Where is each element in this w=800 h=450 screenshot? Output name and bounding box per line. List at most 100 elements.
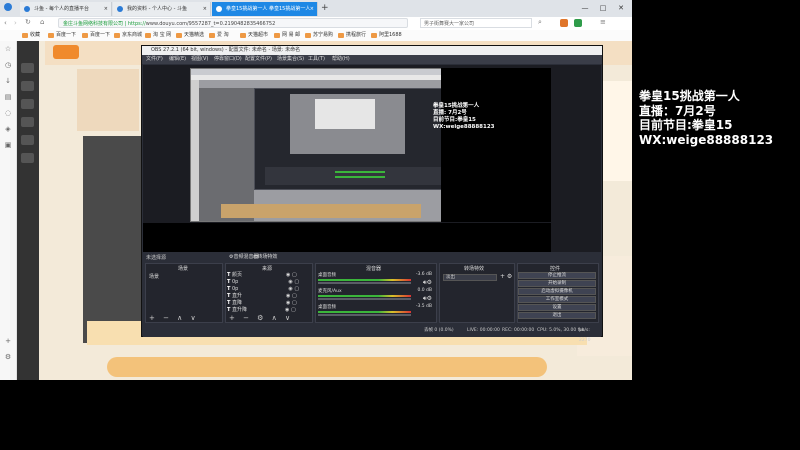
app-icon[interactable]: ▣ bbox=[3, 141, 13, 149]
chat-icon[interactable]: ◌ bbox=[3, 109, 13, 117]
volume-icon[interactable]: 🔊︎⚙ bbox=[423, 279, 432, 287]
menu-tools[interactable]: 工具(T) bbox=[308, 55, 325, 64]
scene-item[interactable]: 场景 bbox=[149, 273, 159, 280]
minimize-button[interactable]: — bbox=[578, 2, 592, 14]
bookmark-item[interactable]: 爱 淘 bbox=[209, 31, 229, 40]
tab-profile[interactable]: 我的资料 - 个人中心 - 斗鱼 × bbox=[113, 2, 211, 16]
home-icon[interactable]: ⌂ bbox=[40, 18, 44, 26]
bookmark-item[interactable]: 百度一下 bbox=[48, 31, 76, 40]
menu-scene-collection[interactable]: 场景集合(S) bbox=[277, 55, 304, 64]
mixer-header: 混音器 bbox=[366, 266, 382, 272]
close-icon[interactable]: × bbox=[203, 2, 207, 16]
close-icon[interactable]: × bbox=[104, 2, 108, 16]
menu-docks[interactable]: 停靠窗口(D) bbox=[214, 55, 242, 64]
exit-button[interactable]: 退出 bbox=[518, 312, 596, 319]
volume-icon[interactable]: 🔊︎⚙ bbox=[423, 295, 432, 303]
source-item[interactable]: T 颜页 ◉ ▢ bbox=[227, 272, 297, 279]
menu-file[interactable]: 文件(F) bbox=[146, 55, 163, 64]
source-label: 0p bbox=[232, 279, 239, 285]
bookmark-item[interactable]: 淘 宝 网 bbox=[145, 31, 171, 40]
transition-select[interactable]: 淡出 bbox=[443, 274, 497, 281]
source-item[interactable]: T 0p ◉ ▢ bbox=[227, 286, 299, 293]
nav-icon[interactable] bbox=[21, 63, 34, 73]
volume-slider[interactable] bbox=[318, 314, 411, 316]
bookmark-item[interactable]: 网 易 邮 bbox=[274, 31, 300, 40]
menu-profile[interactable]: 配置文件(P) bbox=[245, 55, 272, 64]
tab-label: 拳皇15挑战第一人 拳皇15挑战第一人 bbox=[226, 6, 311, 12]
refresh-icon[interactable]: ↻ bbox=[25, 18, 31, 26]
nav-icon[interactable] bbox=[21, 153, 34, 163]
note-icon[interactable]: ▤ bbox=[3, 93, 13, 101]
volume-slider[interactable] bbox=[318, 298, 411, 300]
source-item[interactable]: T 直升 ◉ ▢ bbox=[227, 293, 297, 300]
add-transition-button[interactable]: + ⚙ bbox=[500, 273, 512, 280]
source-item[interactable]: T 直升降 ◉ ▢ bbox=[227, 307, 296, 314]
lock-icon[interactable]: ▢ bbox=[292, 293, 297, 299]
bookmark-item[interactable]: 天猫精选 bbox=[176, 31, 204, 40]
bookmark-item[interactable]: 百度一下 bbox=[82, 31, 110, 40]
bookmark-item[interactable]: 天猫超市 bbox=[240, 31, 268, 40]
tab-live-room[interactable]: 拳皇15挑战第一人 拳皇15挑战第一人 × bbox=[212, 2, 318, 16]
lock-icon[interactable]: ▢ bbox=[292, 300, 297, 306]
settings-button[interactable]: 设置 bbox=[518, 304, 596, 311]
bookmark-item[interactable]: 收藏 bbox=[22, 31, 40, 40]
url-field[interactable]: 金庄斗鱼网络科技有限公司 | https://www.douyu.com/955… bbox=[58, 18, 408, 28]
settings-icon[interactable]: ⚙ bbox=[3, 353, 13, 361]
history-icon[interactable]: ◷ bbox=[3, 61, 13, 69]
no-source-label: 未选择源 bbox=[146, 255, 167, 261]
scene-controls[interactable]: + − ∧ ∨ bbox=[149, 314, 199, 322]
banner[interactable] bbox=[107, 357, 547, 377]
new-tab-button[interactable]: + bbox=[321, 3, 329, 13]
extension-icon[interactable] bbox=[574, 19, 582, 27]
menu-icon[interactable]: ≡ bbox=[600, 18, 606, 26]
url-site-label: 金庄斗鱼网络科技有限公司 | https:// bbox=[63, 21, 146, 27]
nav-icon[interactable] bbox=[21, 117, 34, 127]
bookmark-item[interactable]: 携程旅行 bbox=[338, 31, 366, 40]
virtual-camera-button[interactable]: 启动虚拟摄像机 bbox=[518, 288, 596, 295]
menu-view[interactable]: 视图(V) bbox=[191, 55, 208, 64]
extension-icon[interactable] bbox=[560, 19, 568, 27]
nav-icon[interactable] bbox=[21, 99, 34, 109]
lock-icon[interactable]: ▢ bbox=[294, 279, 299, 285]
download-icon[interactable]: ↓ bbox=[3, 77, 13, 85]
source-controls[interactable]: + − ⚙ ∧ ∨ bbox=[229, 314, 293, 322]
eye-icon[interactable]: ◉ bbox=[286, 300, 290, 306]
back-icon[interactable]: ‹ bbox=[4, 19, 7, 27]
close-window-button[interactable]: ✕ bbox=[614, 2, 628, 14]
game-icon[interactable]: ◈ bbox=[3, 125, 13, 133]
bookmark-item[interactable]: 苏宁易购 bbox=[305, 31, 333, 40]
tab-label: 我的资料 - 个人中心 - 斗鱼 bbox=[127, 6, 187, 12]
obs-preview[interactable]: 拳皇15挑战第一人 直播: 7月2号 目前节目:拳皇15 WX:weige888… bbox=[143, 65, 601, 252]
eye-icon[interactable]: ◉ bbox=[285, 307, 289, 313]
bookmark-item[interactable]: 阿里1688 bbox=[371, 31, 402, 40]
menu-edit[interactable]: 编辑(E) bbox=[169, 55, 186, 64]
tab-transitions[interactable]: ◎转场特效 bbox=[253, 253, 277, 260]
lock-icon[interactable]: ▢ bbox=[292, 272, 297, 278]
source-item[interactable]: T 0p ◉ ▢ bbox=[227, 279, 299, 286]
video-player-left-edge bbox=[83, 136, 143, 343]
lock-icon[interactable]: ▢ bbox=[294, 286, 299, 292]
menu-help[interactable]: 帮助(H) bbox=[332, 55, 350, 64]
close-icon[interactable]: × bbox=[310, 2, 314, 16]
studio-mode-button[interactable]: 工作室模式 bbox=[518, 296, 596, 303]
start-recording-button[interactable]: 开始录制 bbox=[518, 280, 596, 287]
site-logo[interactable] bbox=[53, 45, 79, 59]
star-icon[interactable]: ☆ bbox=[3, 45, 13, 53]
stop-streaming-button[interactable]: 停止推流 bbox=[518, 272, 596, 279]
add-icon[interactable]: + bbox=[3, 337, 13, 345]
eye-icon[interactable]: ◉ bbox=[286, 293, 290, 299]
nav-icon[interactable] bbox=[21, 135, 34, 145]
maximize-button[interactable]: □ bbox=[596, 2, 610, 14]
volume-slider[interactable] bbox=[318, 282, 411, 284]
source-item[interactable]: T 直降 ◉ ▢ bbox=[227, 300, 297, 307]
forward-icon[interactable]: › bbox=[14, 19, 17, 27]
eye-icon[interactable]: ◉ bbox=[288, 286, 292, 292]
bookmark-item[interactable]: 京东商城 bbox=[114, 31, 142, 40]
tab-home[interactable]: 斗鱼 - 每个人的直播平台 × bbox=[20, 2, 112, 16]
lock-icon[interactable]: ▢ bbox=[291, 307, 296, 313]
eye-icon[interactable]: ◉ bbox=[288, 279, 292, 285]
nav-icon[interactable] bbox=[21, 81, 34, 91]
search-icon[interactable]: ⌕ bbox=[538, 18, 542, 27]
eye-icon[interactable]: ◉ bbox=[286, 272, 290, 278]
search-input[interactable]: 男子街舞赛大一家公司 bbox=[420, 18, 532, 28]
